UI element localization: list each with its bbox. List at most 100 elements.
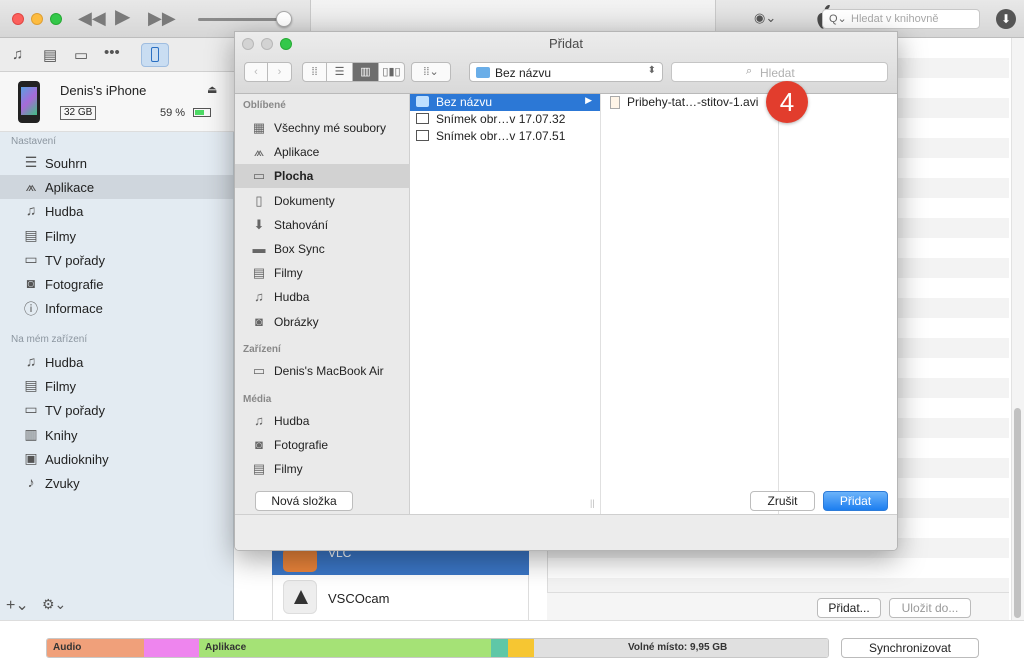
dialog-sidebar-item[interactable]: ▤ Filmy [235, 261, 410, 285]
film-icon: ▤ [252, 461, 266, 477]
sidebar-item-label: Informace [45, 301, 103, 317]
download-icon[interactable]: ⬇ [996, 9, 1016, 29]
play-icon[interactable]: ▶ [115, 7, 130, 27]
sidebar-item-label: TV pořady [45, 403, 105, 419]
sidebar-item-label: Aplikace [45, 180, 95, 196]
column-resize-handle[interactable]: || [590, 498, 595, 508]
app-label-vsco[interactable]: VSCOcam [328, 591, 389, 606]
eject-icon[interactable]: ⏏ [207, 83, 217, 96]
scrollbar-thumb[interactable] [1014, 408, 1021, 618]
gear-icon[interactable]: ⚙⌄ [42, 596, 66, 613]
sidebar-item-label: Fotografie [45, 277, 104, 292]
dialog-search-input[interactable]: ⌕ Hledat [671, 62, 888, 82]
icon-view-icon[interactable]: ⁞⁞ [302, 62, 327, 82]
minimize-window-button[interactable] [31, 13, 43, 25]
device-button[interactable] [141, 43, 169, 67]
tv-icon: ▭ [24, 250, 38, 267]
rewind-icon[interactable]: ◀◀ [78, 9, 106, 27]
save-to-button[interactable]: Uložit do... [889, 598, 971, 618]
sidebar-item-label: TV pořady [45, 252, 105, 268]
sidebar-item[interactable]: ☰ Souhrn [0, 151, 233, 175]
dialog-sidebar-item[interactable]: ▬ Box Sync [235, 237, 410, 261]
list-view-icon[interactable]: ☰ [327, 62, 353, 82]
dialog-sidebar-item[interactable]: ♫ Hudba [235, 409, 410, 433]
dialog-sidebar-item[interactable]: ◙ Fotografie [235, 433, 410, 457]
volume-knob[interactable] [276, 11, 292, 27]
forward-icon[interactable]: › [268, 62, 292, 82]
dialog-sidebar: Oblíbené ▦ Všechny mé soubory ⩕ Aplikace ▭ Pl… [235, 94, 410, 514]
new-folder-button[interactable]: Nová složka [255, 491, 353, 511]
apps-icon: ⩕ [253, 144, 265, 160]
sidebar-item[interactable]: ▥ Knihy [0, 423, 233, 447]
dialog-sidebar-label: Filmy [274, 266, 303, 281]
account-icon[interactable]: ◉⌄ [754, 10, 776, 26]
dialog-sidebar-item[interactable]: ▭ Denis's MacBook Air [235, 359, 410, 383]
sidebar-item-label: Souhrn [45, 156, 87, 171]
dialog-sidebar-item[interactable]: ⬇ Stahování [235, 213, 410, 237]
sidebar-item[interactable]: ◙ Fotografie [0, 272, 233, 296]
sidebar-item[interactable]: ▤ Filmy [0, 374, 233, 398]
sidebar-item[interactable]: ♫ Hudba [0, 350, 233, 374]
sidebar-item-label: Zvuky [45, 476, 80, 491]
browser-column-2: Pribehy-tat…-stitov-1.avi || [601, 94, 779, 514]
dialog-search-placeholder: Hledat [760, 66, 795, 80]
vsco-app-icon [283, 580, 317, 614]
file-name: Bez názvu [436, 95, 493, 109]
arrange-icon[interactable]: ⁞⁞⌄ [411, 62, 451, 82]
dialog-sidebar-item[interactable]: ▯ Dokumenty [235, 189, 410, 213]
dialog-sidebar-label: Stahování [274, 217, 329, 232]
path-popup[interactable]: Bez názvu ⬍ [469, 62, 663, 82]
library-search-placeholder: Hledat v knihovně [851, 13, 939, 25]
sidebar-item[interactable]: ♫ Hudba [0, 199, 233, 223]
sync-button[interactable]: Synchronizovat [841, 638, 979, 658]
list-item[interactable]: Snímek obr…v 17.07.32 [410, 111, 600, 128]
column-view-icon[interactable]: ▥ [353, 62, 379, 82]
list-item[interactable]: Pribehy-tat…-stitov-1.avi [601, 94, 778, 111]
folder-icon [476, 67, 490, 78]
sidebar-item[interactable]: ▭ TV pořady [0, 248, 233, 272]
more-icon[interactable]: ••• [104, 44, 120, 61]
music-note-icon: ♫ [25, 353, 37, 369]
dialog-sidebar-item[interactable]: ◙ Obrázky [235, 310, 410, 334]
dialog-sidebar-item[interactable]: ♫ Hudba [235, 285, 410, 309]
fast-forward-icon[interactable]: ▶▶ [148, 9, 176, 27]
music-note-icon[interactable]: ♫ [12, 46, 23, 63]
volume-slider[interactable] [198, 18, 286, 21]
dialog-sidebar-item[interactable]: ▤ Filmy [235, 457, 410, 481]
iphone-image [18, 81, 40, 123]
add-button[interactable]: Přidat [823, 491, 888, 511]
tv-icon[interactable]: ▭ [74, 46, 88, 64]
sidebar-item[interactable]: ⓘ Informace [0, 296, 233, 320]
zoom-window-button[interactable] [50, 13, 62, 25]
sidebar-item[interactable]: ⩕ Aplikace [0, 175, 233, 200]
add-file-button[interactable]: Přidat... [817, 598, 881, 618]
browser-column-3 [779, 94, 897, 514]
apps-icon: ⩕ [25, 178, 37, 195]
desktop-icon: ▭ [252, 168, 266, 184]
dialog-sidebar-item[interactable]: ▭ Plocha [235, 164, 410, 189]
library-search-input[interactable]: Q⌄ Hledat v knihovně [822, 9, 980, 29]
cover-flow-icon[interactable]: ▯▮▯ [379, 62, 405, 82]
device-header[interactable]: Denis's iPhone ⏏ 32 GB 59 % [0, 72, 234, 132]
device-name: Denis's iPhone [60, 83, 147, 98]
sidebar-item[interactable]: ▣ Audioknihy [0, 447, 233, 471]
close-window-button[interactable] [12, 13, 24, 25]
dialog-sidebar-item[interactable]: ⩕ Aplikace [235, 140, 410, 164]
cancel-button[interactable]: Zrušit [750, 491, 815, 511]
sidebar-item[interactable]: ♪ Zvuky [0, 471, 233, 495]
film-icon[interactable]: ▤ [43, 46, 57, 64]
music-note-icon: ♫ [254, 413, 264, 428]
screenshot-file-icon [416, 113, 429, 124]
screenshot-file-icon [416, 130, 429, 141]
capacity-segment-free: Volné místo: 9,95 GB [534, 639, 828, 657]
list-item[interactable]: Bez názvu ▶ [410, 94, 600, 111]
back-icon[interactable]: ‹ [244, 62, 268, 82]
list-item[interactable]: Snímek obr…v 17.07.51 [410, 128, 600, 145]
dialog-sidebar-label: Obrázky [274, 314, 319, 329]
dialog-sidebar-item[interactable]: ▦ Všechny mé soubory [235, 116, 410, 140]
path-popup-label: Bez názvu [495, 66, 552, 80]
sidebar-item[interactable]: ▤ Filmy [0, 224, 233, 248]
sidebar-item[interactable]: ▭ TV pořady [0, 398, 233, 422]
add-icon[interactable]: +⌄ [6, 595, 29, 615]
info-icon: ⓘ [24, 301, 38, 318]
